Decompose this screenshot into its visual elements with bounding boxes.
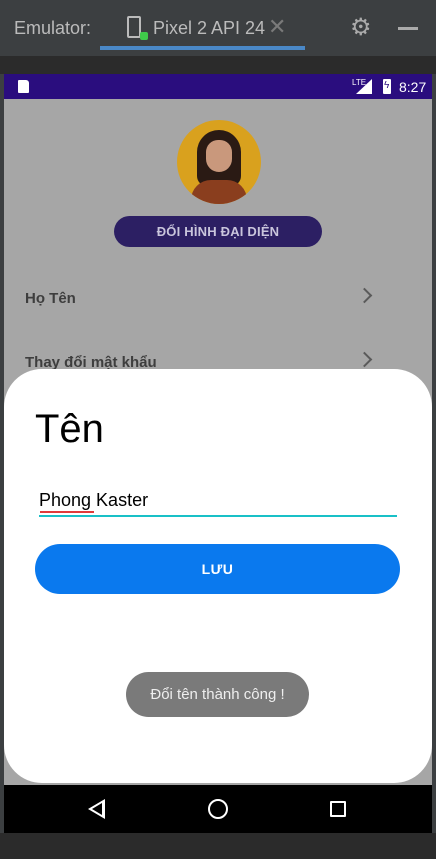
minimize-icon[interactable] — [398, 27, 418, 30]
recents-icon[interactable] — [330, 801, 346, 817]
battery-charging-icon: ϟ — [383, 79, 391, 94]
menu-item-label: Họ Tên — [25, 290, 76, 307]
edit-name-bottom-sheet: Tên LƯU Đổi tên thành công ! — [4, 369, 432, 783]
emulator-toolbar: Emulator: Pixel 2 API 24 ✕ ⚙ — [0, 0, 436, 56]
emulator-window: Emulator: Pixel 2 API 24 ✕ ⚙ LTE ϟ 8:27 … — [0, 0, 436, 859]
emulator-frame-top — [0, 56, 436, 74]
device-icon — [127, 16, 141, 38]
toast-message: Đổi tên thành công ! — [126, 672, 309, 717]
android-status-bar: LTE ϟ 8:27 — [4, 74, 432, 99]
status-clock: 8:27 — [399, 79, 427, 95]
chevron-right-icon — [356, 287, 373, 304]
save-button[interactable]: LƯU — [35, 544, 400, 594]
close-tab-icon[interactable]: ✕ — [268, 14, 286, 40]
device-tab-title: Pixel 2 API 24 — [153, 18, 266, 38]
emulator-frame-bottom — [0, 833, 436, 859]
avatar[interactable] — [177, 120, 261, 204]
network-type: LTE — [352, 78, 367, 87]
sd-card-icon — [18, 80, 29, 93]
spellcheck-underline — [40, 511, 94, 513]
gear-icon[interactable]: ⚙ — [350, 14, 372, 42]
menu-item-full-name[interactable]: Họ Tên — [4, 280, 432, 320]
android-navigation-bar — [4, 785, 432, 833]
device-online-indicator — [140, 32, 148, 40]
chevron-right-icon — [356, 351, 373, 368]
emulator-label: Emulator: — [14, 18, 92, 38]
change-avatar-button[interactable]: ĐỔI HÌNH ĐẠI DIỆN — [114, 216, 322, 247]
sheet-title: Tên — [35, 407, 104, 451]
home-icon[interactable] — [208, 799, 228, 819]
active-tab-indicator — [100, 46, 305, 50]
